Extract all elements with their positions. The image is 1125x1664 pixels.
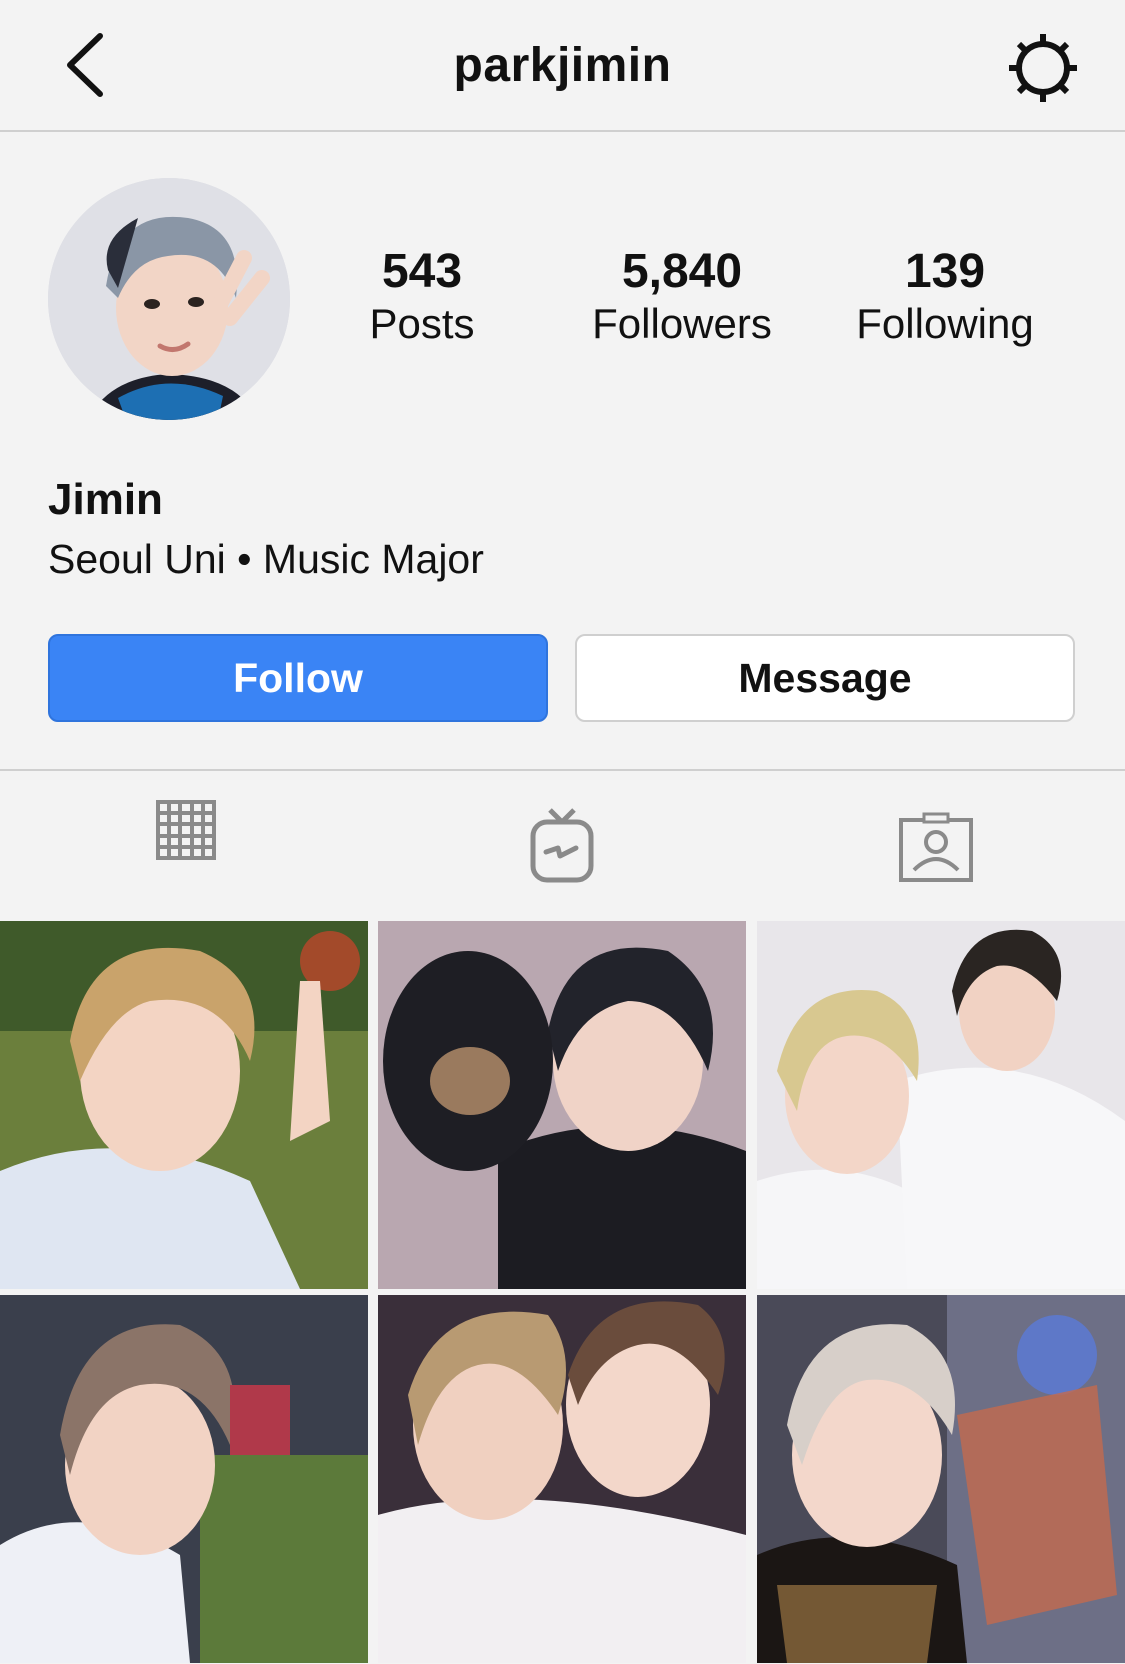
photo-thumbnail[interactable] <box>757 921 1125 1289</box>
photo-thumbnail[interactable] <box>0 921 368 1289</box>
followers-count: 5,840 <box>621 245 743 298</box>
profile-username: parkjimin <box>453 39 672 92</box>
display-name: Jimin <box>48 475 163 524</box>
settings-button[interactable] <box>1005 30 1081 106</box>
following-stat[interactable]: 139 Following <box>825 246 1065 350</box>
avatar[interactable] <box>48 178 290 420</box>
followers-label: Followers <box>592 300 772 347</box>
posts-stat: 543 Posts <box>302 246 542 350</box>
photo-thumbnail[interactable] <box>378 1295 746 1663</box>
follow-button[interactable]: Follow <box>48 634 548 722</box>
tab-grid[interactable] <box>156 800 216 865</box>
grid-icon <box>156 800 216 860</box>
gear-icon <box>1009 34 1077 102</box>
photo-thumbnail[interactable] <box>378 921 746 1289</box>
posts-count: 543 <box>381 245 463 298</box>
igtv-icon <box>530 808 594 883</box>
following-count: 139 <box>904 245 986 298</box>
photo-thumbnail[interactable] <box>0 1295 368 1663</box>
navigation-bar: parkjimin <box>0 0 1125 132</box>
photo-thumbnail[interactable] <box>757 1295 1125 1663</box>
posts-label: Posts <box>369 300 475 347</box>
bio-text: Seoul Uni • Music Major <box>48 536 484 582</box>
tagged-icon <box>899 812 973 882</box>
message-button[interactable]: Message <box>575 634 1075 722</box>
tab-igtv[interactable] <box>530 808 594 889</box>
following-label: Following <box>856 300 1034 347</box>
tab-tagged[interactable] <box>898 812 974 889</box>
followers-stat[interactable]: 5,840 Followers <box>562 246 802 350</box>
section-divider <box>0 769 1125 771</box>
